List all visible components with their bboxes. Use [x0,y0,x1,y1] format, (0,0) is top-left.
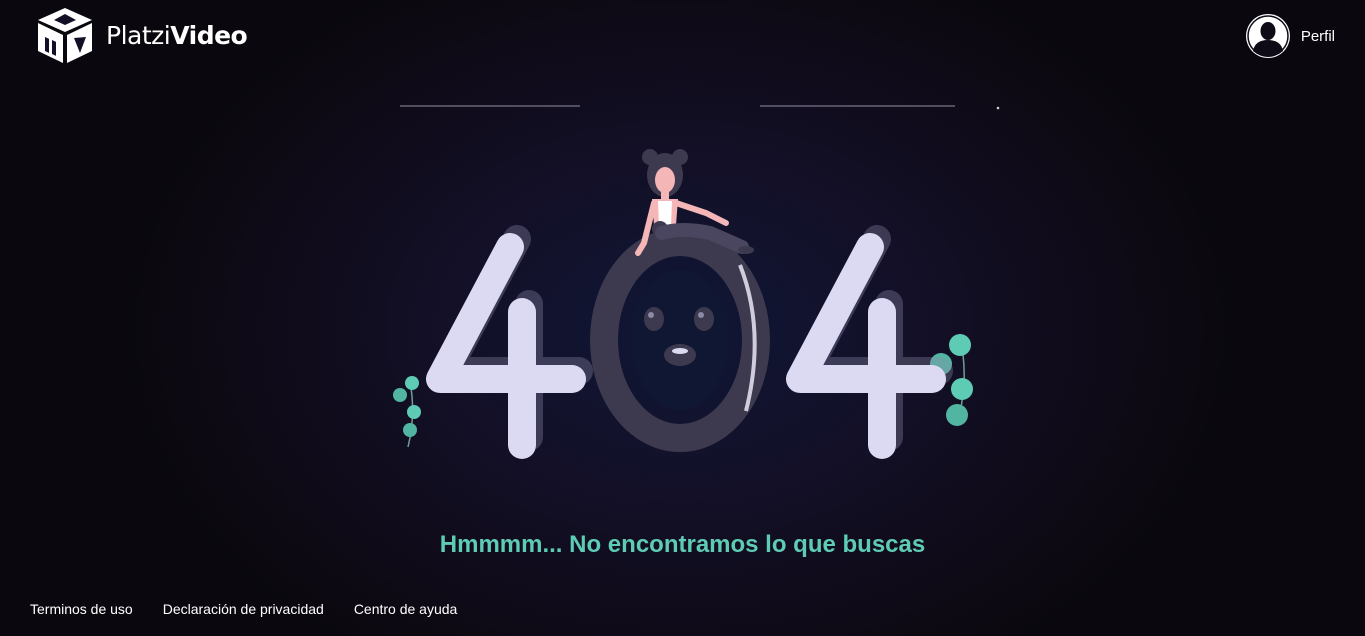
profile-menu[interactable]: Perfil [1245,13,1335,59]
digit-zero [590,228,770,452]
digit-four-left [426,225,593,459]
left-plant-decoration [393,376,421,448]
digit-four-right [786,225,953,459]
not-found-message: Hmmmm... No encontramos lo que buscas [439,531,926,558]
site-footer: Terminos de uso Declaración de privacida… [30,601,457,617]
platzi-video-cube-icon [38,8,92,63]
brand-name-light: Platzi [106,20,171,50]
user-avatar-icon[interactable] [1245,13,1291,59]
brand-name-bold: Video [170,20,248,50]
footer-link-privacy[interactable]: Declaración de privacidad [163,601,324,617]
footer-link-help[interactable]: Centro de ayuda [354,601,458,617]
brand-name: PlatziVideo [106,20,248,50]
footer-link-terms[interactable]: Terminos de uso [30,601,133,617]
profile-label: Perfil [1300,27,1335,45]
not-found-illustration: 404 [330,95,1030,475]
brand-logo[interactable]: PlatziVideo [34,6,248,64]
site-header: PlatziVideo Perfil [0,0,1365,76]
